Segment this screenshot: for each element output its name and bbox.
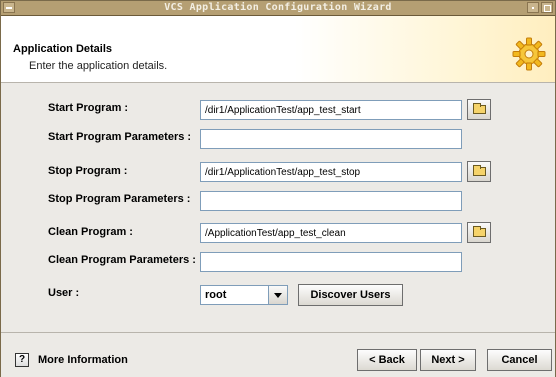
chevron-down-icon[interactable] [268, 286, 287, 304]
cancel-button[interactable]: Cancel [487, 349, 552, 371]
user-select[interactable]: root [200, 285, 288, 305]
next-button[interactable]: Next > [420, 349, 476, 371]
folder-icon [473, 226, 486, 237]
more-information-link[interactable]: More Information [38, 354, 128, 366]
folder-icon [473, 165, 486, 176]
wizard-header: Application Details Enter the applicatio… [1, 16, 555, 83]
user-label: User : [48, 287, 80, 299]
start-params-label: Start Program Parameters : [48, 131, 192, 143]
window-title: VCS Application Configuration Wizard [164, 2, 392, 13]
page-title: Application Details [13, 43, 113, 55]
start-program-label: Start Program : [48, 102, 129, 114]
clean-program-browse-button[interactable] [467, 222, 491, 243]
stop-program-input[interactable] [200, 162, 462, 182]
maximize-button[interactable] [541, 2, 553, 13]
user-select-value: root [205, 289, 227, 301]
wizard-window: VCS Application Configuration Wizard App… [0, 0, 556, 377]
start-program-browse-button[interactable] [467, 99, 491, 120]
page-subtitle: Enter the application details. [29, 60, 168, 72]
title-bar[interactable]: VCS Application Configuration Wizard [1, 1, 555, 16]
start-program-input[interactable] [200, 100, 462, 120]
clean-params-label: Clean Program Parameters : [48, 254, 196, 266]
clean-program-label: Clean Program : [48, 226, 133, 238]
help-icon[interactable]: ? [15, 353, 29, 367]
minimize-button[interactable] [527, 2, 539, 13]
folder-icon [473, 103, 486, 114]
back-button[interactable]: < Back [357, 349, 417, 371]
clean-program-input[interactable] [200, 223, 462, 243]
clean-params-input[interactable] [200, 252, 462, 272]
start-params-input[interactable] [200, 129, 462, 149]
stop-params-label: Stop Program Parameters : [48, 193, 191, 205]
wizard-footer: ? More Information < Back Next > Cancel [1, 332, 555, 377]
stop-program-label: Stop Program : [48, 165, 128, 177]
stop-program-browse-button[interactable] [467, 161, 491, 182]
discover-users-button[interactable]: Discover Users [298, 284, 403, 306]
stop-params-input[interactable] [200, 191, 462, 211]
gear-icon [512, 37, 546, 71]
